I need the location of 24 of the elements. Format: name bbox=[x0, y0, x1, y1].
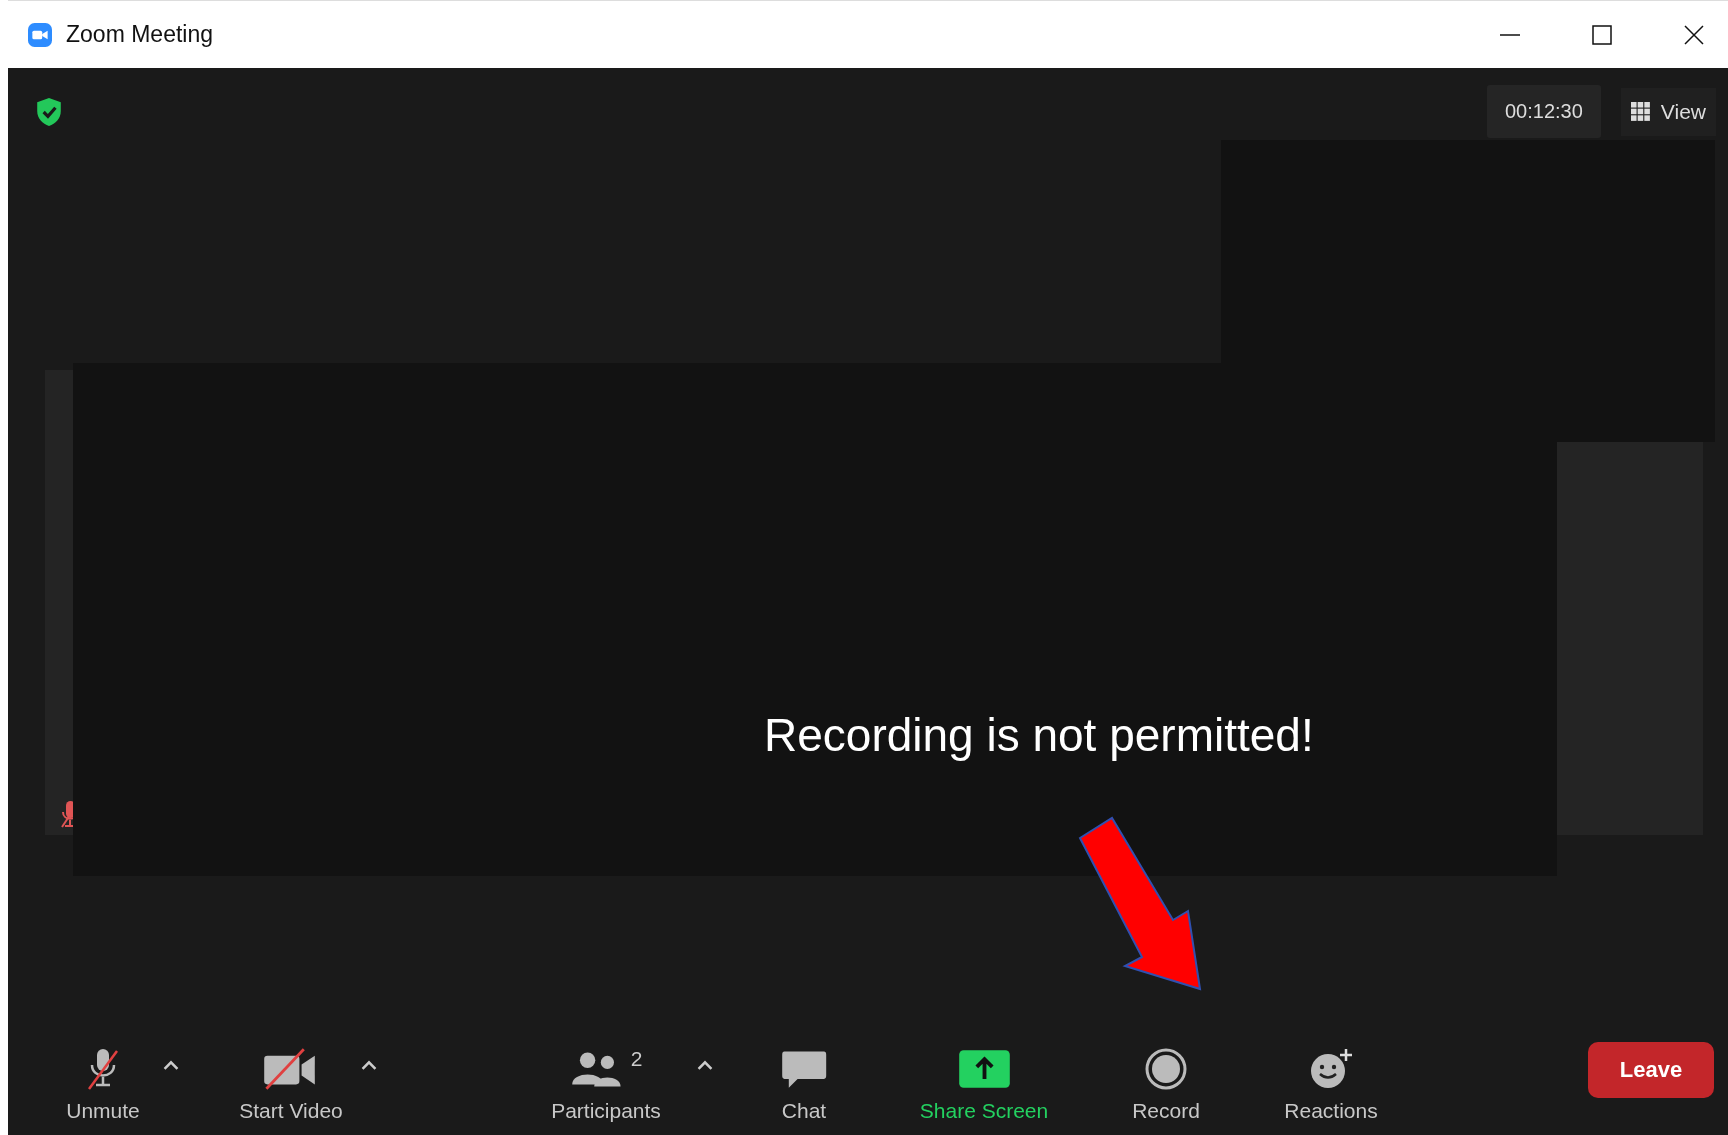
leave-button[interactable]: Leave bbox=[1588, 1042, 1714, 1098]
record-button[interactable]: Record bbox=[1116, 1047, 1216, 1123]
chat-button[interactable]: Chat bbox=[764, 1047, 844, 1123]
participant-count: 2 bbox=[630, 1047, 643, 1071]
reactions-button[interactable]: Reactions bbox=[1266, 1047, 1396, 1123]
shield-check-icon[interactable] bbox=[36, 96, 62, 127]
caret-icon[interactable] bbox=[360, 1058, 378, 1072]
participants-button[interactable]: 2 Participants bbox=[536, 1047, 676, 1123]
mic-button[interactable]: Unmute bbox=[48, 1047, 158, 1123]
close-icon[interactable] bbox=[1684, 24, 1704, 45]
window-title: Zoom Meeting bbox=[66, 21, 213, 48]
caret-icon[interactable] bbox=[696, 1058, 714, 1072]
share-button[interactable]: Share Screen bbox=[904, 1047, 1064, 1123]
caret-icon[interactable] bbox=[162, 1058, 180, 1072]
video-button[interactable]: Start Video bbox=[226, 1047, 356, 1123]
view-button[interactable]: View bbox=[1620, 87, 1716, 136]
maximize-icon[interactable] bbox=[1592, 24, 1612, 45]
annotation-text: Recording is not permitted! bbox=[764, 708, 1314, 762]
smiley-plus-icon bbox=[1308, 1047, 1354, 1091]
share-screen-icon bbox=[956, 1047, 1012, 1091]
record-icon bbox=[1144, 1047, 1188, 1091]
grid-icon bbox=[1630, 101, 1651, 122]
meeting-timer: 00:12:30 bbox=[1487, 85, 1601, 138]
app-logo-icon bbox=[28, 22, 52, 47]
